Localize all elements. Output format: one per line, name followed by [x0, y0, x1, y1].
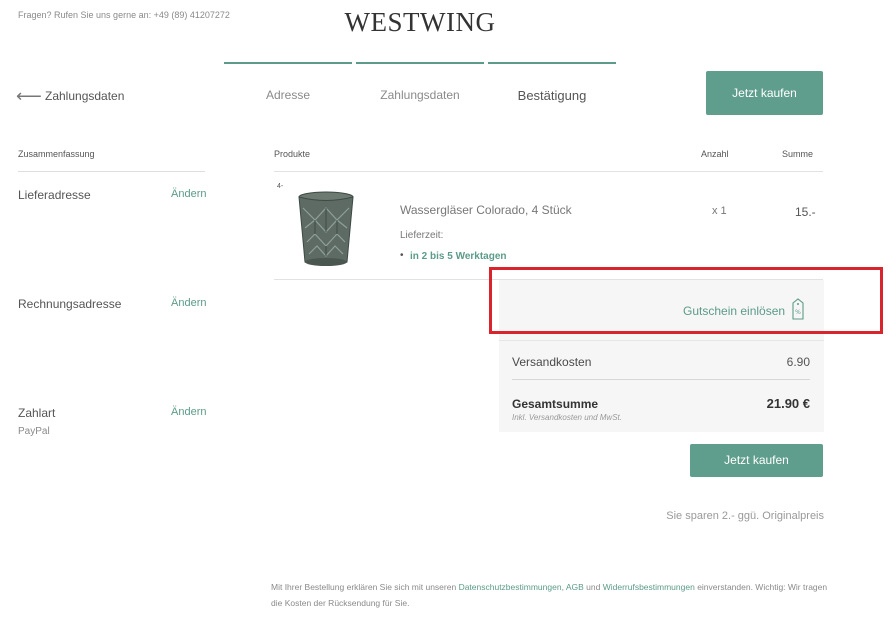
- total-value: 21.90 €: [766, 396, 810, 411]
- column-header-products: Produkte: [274, 149, 311, 159]
- product-count-badge: 4-: [277, 183, 284, 190]
- change-billing-address-link[interactable]: Ändern: [171, 297, 206, 309]
- delivery-time-label: Lieferzeit:: [400, 230, 444, 241]
- delivery-time-value: in 2 bis 5 Werktagen: [410, 251, 507, 262]
- back-link[interactable]: Zahlungsdaten: [45, 89, 124, 103]
- step-bar-zahlungsdaten: [356, 62, 484, 64]
- withdrawal-policy-link[interactable]: Widerrufsbestimmungen: [603, 582, 695, 592]
- back-arrow-icon[interactable]: ⟵: [16, 86, 42, 107]
- step-bestaetigung: Bestätigung: [517, 88, 587, 103]
- shipping-cost-label: Versandkosten: [512, 355, 592, 369]
- terms-link[interactable]: AGB: [566, 582, 584, 592]
- billing-address-label: Rechnungsadresse: [18, 297, 122, 311]
- column-header-sum: Summe: [782, 149, 814, 159]
- bullet-icon: •: [400, 250, 404, 261]
- product-name[interactable]: Wassergläser Colorado, 4 Stück: [400, 203, 572, 217]
- payment-method-value: PayPal: [18, 426, 50, 437]
- delivery-address-label: Lieferadresse: [18, 188, 91, 202]
- step-bar-bestaetigung: [488, 62, 616, 64]
- highlight-annotation-box: [489, 267, 883, 334]
- privacy-policy-link[interactable]: Datenschutzbestimmungen: [459, 582, 562, 592]
- coupon-divider: [499, 340, 824, 341]
- column-header-quantity: Anzahl: [701, 149, 729, 159]
- product-glass-image[interactable]: [297, 190, 355, 268]
- total-label: Gesamtsumme: [512, 397, 599, 411]
- table-header-divider: [274, 171, 823, 172]
- summary-title: Zusammenfassung: [18, 149, 95, 159]
- sidebar-divider: [18, 171, 205, 172]
- step-bar-adresse: [224, 62, 352, 64]
- change-delivery-address-link[interactable]: Ändern: [171, 188, 206, 200]
- payment-method-label: Zahlart: [18, 406, 56, 420]
- footer-text-1: Mit Ihrer Bestellung erklären Sie sich m…: [271, 582, 459, 592]
- product-quantity: x 1: [712, 205, 727, 217]
- savings-note: Sie sparen 2.- ggü. Originalpreis: [666, 510, 824, 522]
- shipping-cost-value: 6.90: [786, 355, 810, 369]
- change-payment-method-link[interactable]: Ändern: [171, 406, 206, 418]
- summary-divider: [512, 379, 810, 380]
- total-tax-note: Inkl. Versandkosten und MwSt.: [512, 413, 622, 422]
- product-price: 15.-: [795, 205, 816, 219]
- westwing-logo[interactable]: WESTWING: [0, 7, 840, 38]
- footer-text-3: und: [583, 582, 603, 592]
- buy-now-button-top[interactable]: Jetzt kaufen: [706, 71, 823, 115]
- buy-now-button-bottom[interactable]: Jetzt kaufen: [690, 444, 823, 477]
- step-adresse[interactable]: Adresse: [224, 88, 352, 102]
- step-zahlungsdaten[interactable]: Zahlungsdaten: [356, 88, 484, 102]
- legal-footer: Mit Ihrer Bestellung erklären Sie sich m…: [271, 579, 831, 611]
